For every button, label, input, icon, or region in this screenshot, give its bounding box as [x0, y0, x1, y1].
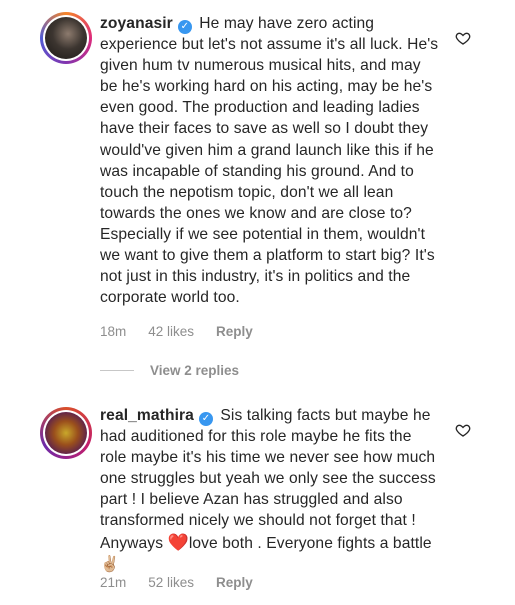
verified-badge-icon: ✓: [198, 412, 213, 426]
view-replies-button[interactable]: View 2 replies: [100, 363, 239, 378]
reply-button[interactable]: Reply: [216, 324, 253, 339]
comment-time: 21m: [100, 575, 127, 590]
comment-text: He may have zero acting experience but l…: [100, 15, 439, 307]
heart-outline-icon[interactable]: [455, 30, 471, 46]
like-count[interactable]: 52 likes: [148, 575, 194, 590]
comment-text-end: love both . Everyone fights a battle: [188, 534, 432, 552]
comment-text: Sis talking facts but maybe he had audit…: [100, 407, 436, 552]
username[interactable]: real_mathira: [100, 407, 194, 424]
view-replies-label[interactable]: View 2 replies: [150, 363, 239, 378]
avatar[interactable]: [40, 12, 92, 64]
avatar-photo: [45, 17, 87, 59]
comment-time: 18m: [100, 324, 127, 339]
divider: [100, 370, 134, 371]
comment-body: real_mathira ✓ Sis talking facts but mayb…: [100, 405, 440, 575]
username[interactable]: zoyanasir: [100, 15, 173, 32]
like-count[interactable]: 42 likes: [148, 324, 194, 339]
heart-outline-icon[interactable]: [455, 422, 471, 438]
comment-meta: 21m 52 likes Reply: [100, 575, 275, 590]
avatar-photo: [45, 412, 87, 454]
comment-body: zoyanasir ✓ He may have zero acting exper…: [100, 13, 440, 308]
victory-hand-emoji: ✌🏼: [100, 555, 120, 573]
comment-meta: 18m 42 likes Reply: [100, 324, 275, 339]
red-heart-emoji: ❤️: [167, 532, 189, 552]
verified-badge-icon: ✓: [177, 20, 192, 34]
reply-button[interactable]: Reply: [216, 575, 253, 590]
avatar[interactable]: [40, 407, 92, 459]
